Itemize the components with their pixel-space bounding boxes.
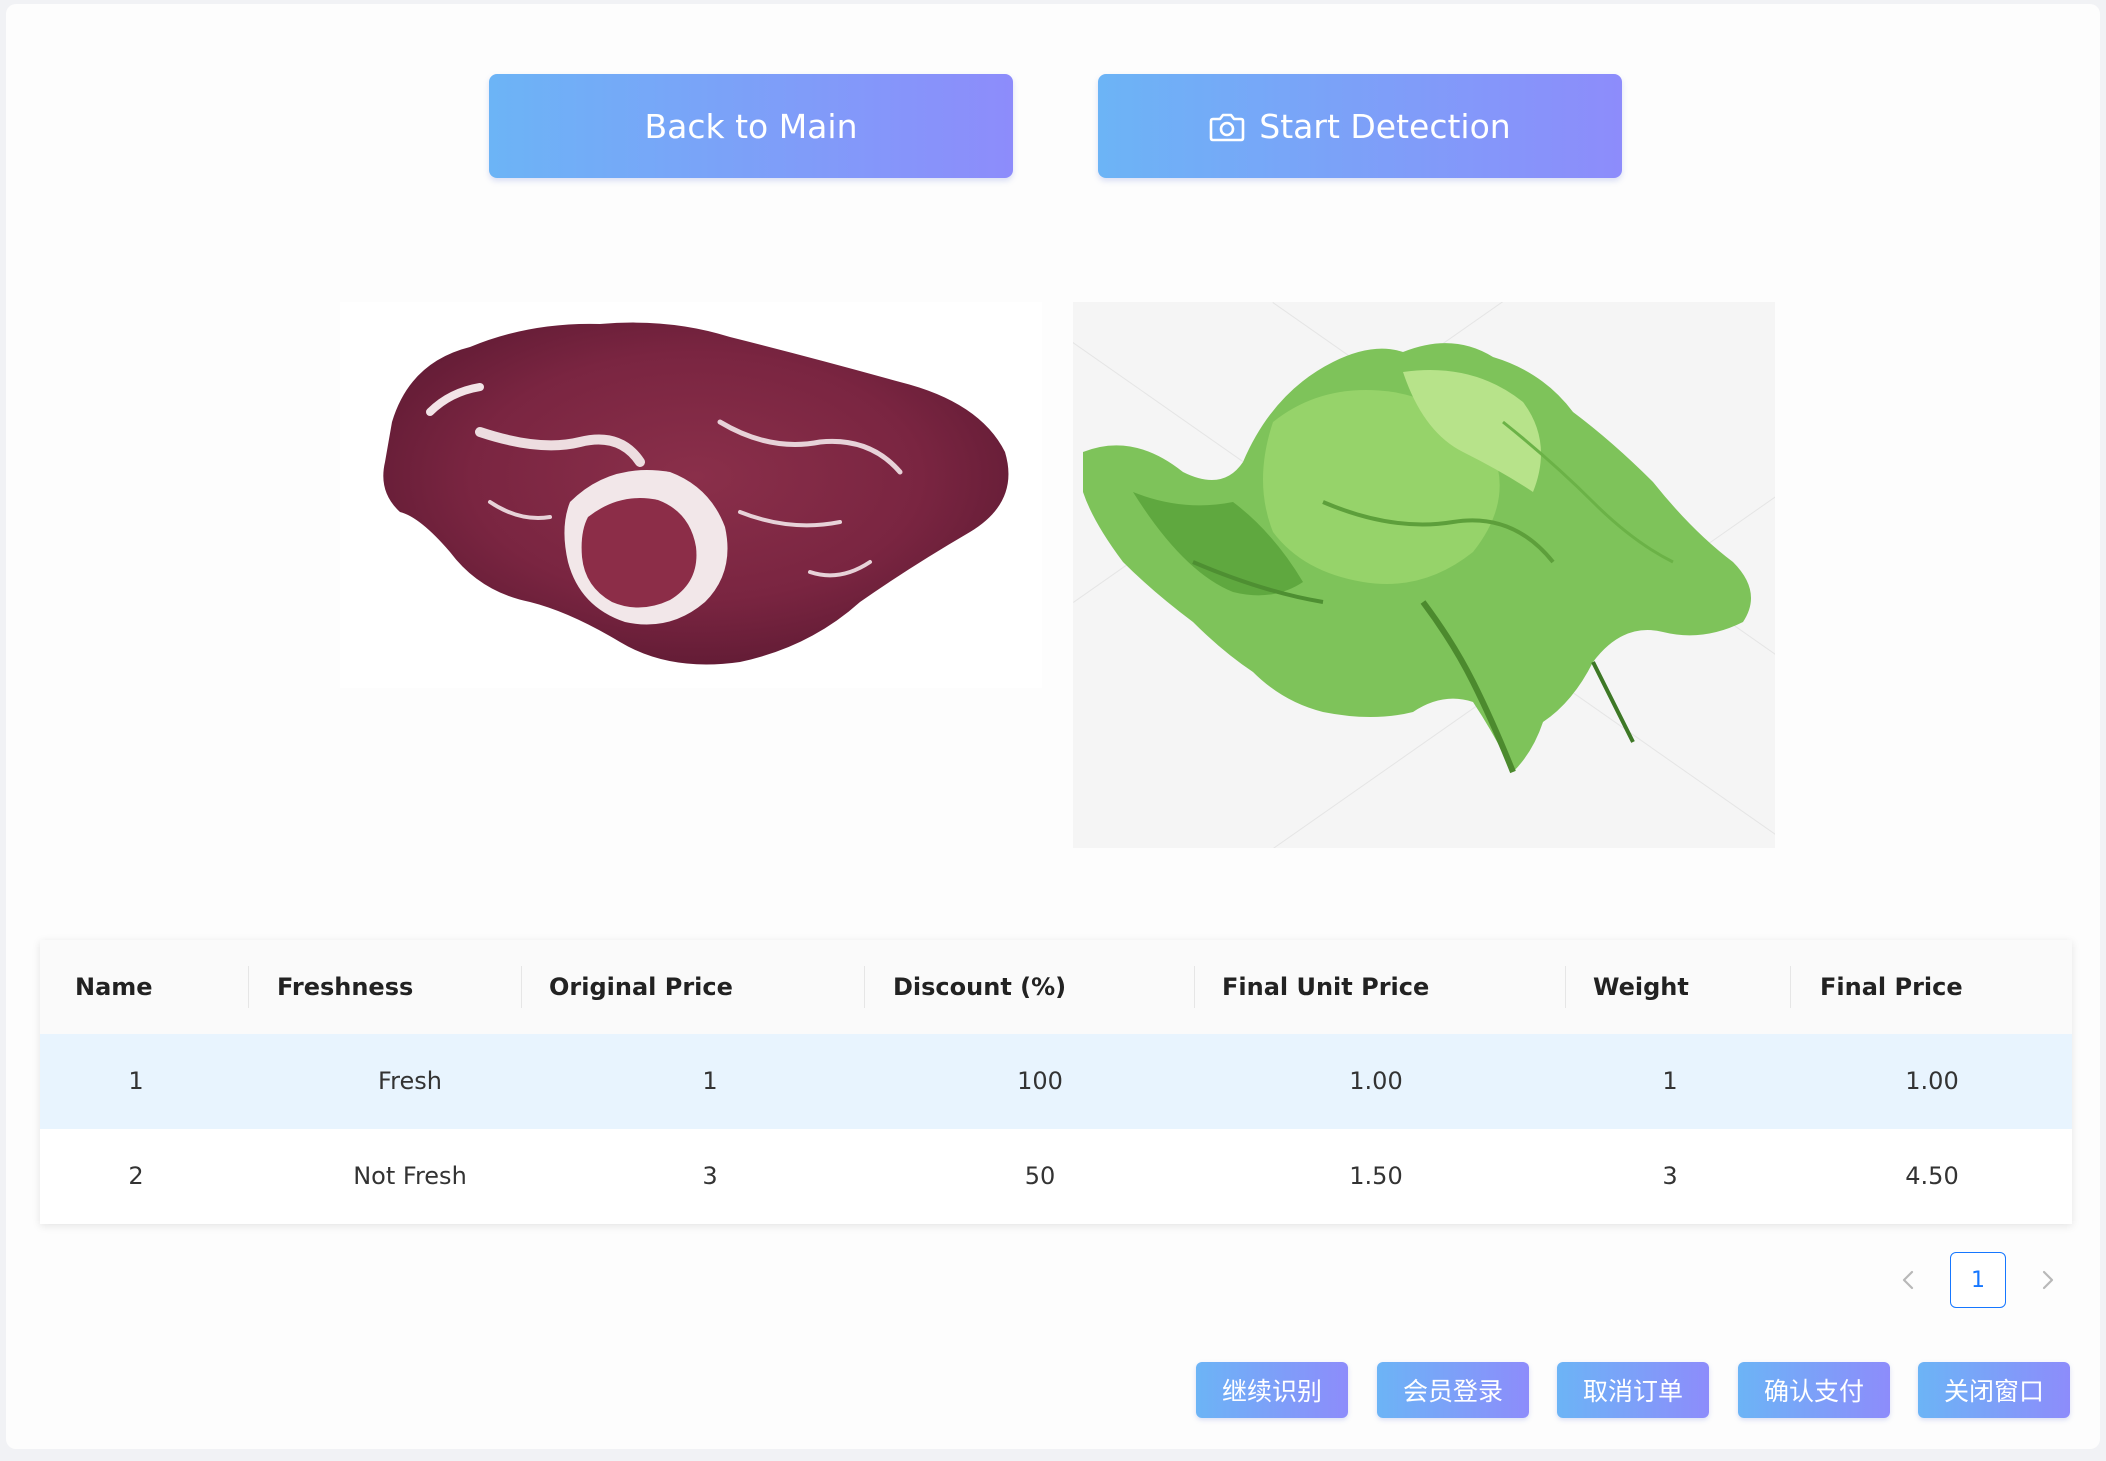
pagination-page-1[interactable]: 1 (1950, 1252, 2006, 1308)
header-separator (521, 966, 522, 1008)
header-final-unit-price: Final Unit Price (1222, 973, 1430, 1001)
start-detection-label: Start Detection (1259, 106, 1511, 146)
header-name: Name (75, 973, 153, 1001)
header-separator (1565, 966, 1566, 1008)
cell-original-price: 3 (702, 1162, 718, 1190)
header-original-price: Original Price (549, 973, 733, 1001)
camera-icon (1209, 111, 1245, 142)
header-separator (864, 966, 865, 1008)
header-separator (1194, 966, 1195, 1008)
header-discount: Discount (%) (893, 973, 1067, 1001)
confirm-payment-button[interactable]: 确认支付 (1738, 1362, 1890, 1418)
cell-final-unit-price: 1.50 (1349, 1162, 1403, 1190)
member-login-button[interactable]: 会员登录 (1377, 1362, 1529, 1418)
order-table: Name Freshness Original Price Discount (… (40, 940, 2072, 1224)
close-window-button[interactable]: 关闭窗口 (1918, 1362, 2070, 1418)
table-header: Name Freshness Original Price Discount (… (40, 940, 2072, 1034)
back-to-main-label: Back to Main (644, 106, 858, 146)
product-image-meat (340, 302, 1042, 688)
pagination-next-button[interactable] (2028, 1252, 2068, 1308)
table-row[interactable]: 2 Not Fresh 3 50 1.50 3 4.50 (40, 1129, 2072, 1224)
header-final-price: Final Price (1820, 973, 1963, 1001)
chevron-right-icon (2042, 1270, 2054, 1290)
app-window: Back to Main Start Detection Name Freshn… (6, 4, 2100, 1449)
cell-freshness: Not Fresh (353, 1162, 467, 1190)
header-freshness: Freshness (277, 973, 414, 1001)
cell-weight: 1 (1662, 1067, 1678, 1095)
cell-original-price: 1 (702, 1067, 718, 1095)
cell-discount: 50 (1024, 1162, 1056, 1190)
product-image-lettuce (1073, 302, 1775, 848)
pagination-prev-button[interactable] (1888, 1252, 1928, 1308)
table-row[interactable]: 1 Fresh 1 100 1.00 1 1.00 (40, 1034, 2072, 1129)
start-detection-button[interactable]: Start Detection (1098, 74, 1622, 178)
cell-final-price: 4.50 (1905, 1162, 1959, 1190)
cell-name: 2 (128, 1162, 144, 1190)
cell-final-unit-price: 1.00 (1349, 1067, 1403, 1095)
header-weight: Weight (1593, 973, 1689, 1001)
cancel-order-button[interactable]: 取消订单 (1557, 1362, 1709, 1418)
cell-freshness: Fresh (378, 1067, 442, 1095)
continue-recognition-button[interactable]: 继续识别 (1196, 1362, 1348, 1418)
back-to-main-button[interactable]: Back to Main (489, 74, 1013, 178)
cell-discount: 100 (1017, 1067, 1063, 1095)
cell-name: 1 (128, 1067, 144, 1095)
chevron-left-icon (1902, 1270, 1914, 1290)
cell-weight: 3 (1662, 1162, 1678, 1190)
header-separator (248, 966, 249, 1008)
cell-final-price: 1.00 (1905, 1067, 1959, 1095)
header-separator (1790, 966, 1791, 1008)
